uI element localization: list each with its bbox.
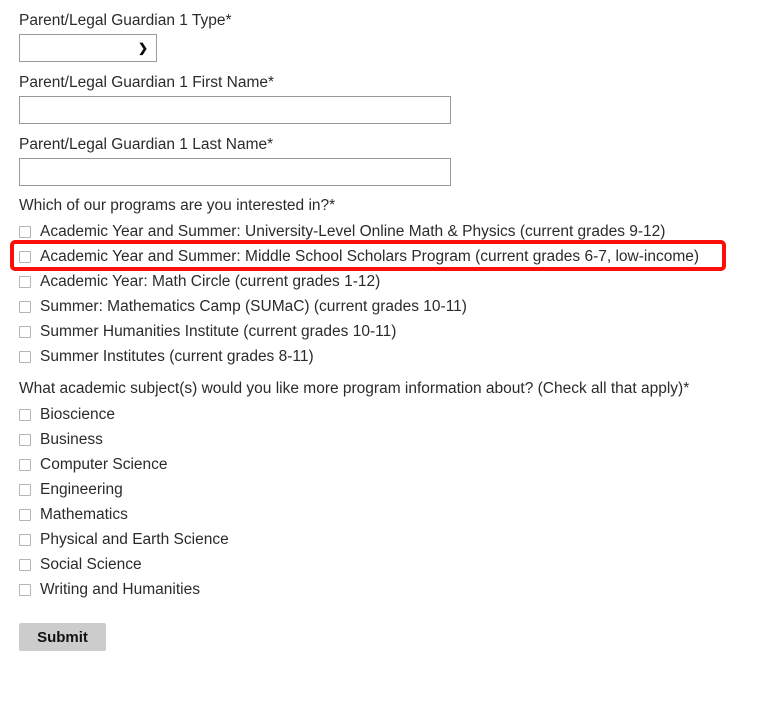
checkbox-program-1[interactable] <box>19 250 31 263</box>
list-item[interactable]: Summer: Mathematics Camp (SUMaC) (curren… <box>19 294 784 319</box>
checkbox-program-4[interactable] <box>19 325 31 338</box>
list-item[interactable]: Bioscience <box>19 402 784 427</box>
list-item[interactable]: Mathematics <box>19 502 784 527</box>
field-group-guardian-last-name: Parent/Legal Guardian 1 Last Name* <box>0 124 784 186</box>
list-item[interactable]: Social Science <box>19 552 784 577</box>
checkbox-label-subject-2: Computer Science <box>40 456 168 473</box>
checkbox-label-subject-5: Physical and Earth Science <box>40 531 229 548</box>
list-item[interactable]: Summer Humanities Institute (current gra… <box>19 319 784 344</box>
list-item[interactable]: Engineering <box>19 477 784 502</box>
checkbox-subject-1[interactable] <box>19 433 31 446</box>
submit-wrap: Submit <box>0 623 784 651</box>
checkbox-label-program-0: Academic Year and Summer: University-Lev… <box>40 223 666 240</box>
field-group-guardian-first-name: Parent/Legal Guardian 1 First Name* <box>0 62 784 124</box>
checkbox-subject-4[interactable] <box>19 508 31 521</box>
checkbox-program-5[interactable] <box>19 350 31 363</box>
list-item[interactable]: Summer Institutes (current grades 8-11) <box>19 344 784 369</box>
checkbox-label-program-3: Summer: Mathematics Camp (SUMaC) (curren… <box>40 298 467 315</box>
checkbox-subject-5[interactable] <box>19 533 31 546</box>
list-item[interactable]: Academic Year and Summer: University-Lev… <box>19 219 784 244</box>
checkbox-label-program-1: Academic Year and Summer: Middle School … <box>40 248 700 265</box>
subjects-checkbox-list: Bioscience Business Computer Science Eng… <box>19 402 784 602</box>
list-item[interactable]: Physical and Earth Science <box>19 527 784 552</box>
checkbox-label-subject-1: Business <box>40 431 103 448</box>
checkbox-label-subject-7: Writing and Humanities <box>40 581 200 598</box>
submit-button[interactable]: Submit <box>19 623 106 651</box>
label-guardian-type: Parent/Legal Guardian 1 Type* <box>19 12 232 29</box>
list-item[interactable]: Business <box>19 427 784 452</box>
checkbox-subject-2[interactable] <box>19 458 31 471</box>
question-label-programs: Which of our programs are you interested… <box>19 197 336 214</box>
checkbox-subject-3[interactable] <box>19 483 31 496</box>
checkbox-label-program-4: Summer Humanities Institute (current gra… <box>40 323 397 340</box>
question-label-subjects: What academic subject(s) would you like … <box>19 380 690 397</box>
checkbox-subject-6[interactable] <box>19 558 31 571</box>
checkbox-program-3[interactable] <box>19 300 31 313</box>
programs-checkbox-list: Academic Year and Summer: University-Lev… <box>19 219 784 369</box>
list-item[interactable]: Academic Year and Summer: Middle School … <box>19 244 784 269</box>
checkbox-subject-0[interactable] <box>19 408 31 421</box>
list-item[interactable]: Writing and Humanities <box>19 577 784 602</box>
checkbox-label-subject-3: Engineering <box>40 481 123 498</box>
checkbox-subject-7[interactable] <box>19 583 31 596</box>
checkbox-label-subject-4: Mathematics <box>40 506 128 523</box>
checkbox-program-0[interactable] <box>19 225 31 238</box>
guardian-first-name-input[interactable] <box>19 96 451 124</box>
question-block-programs: Which of our programs are you interested… <box>0 196 784 369</box>
list-item[interactable]: Academic Year: Math Circle (current grad… <box>19 269 784 294</box>
checkbox-label-subject-0: Bioscience <box>40 406 115 423</box>
checkbox-label-subject-6: Social Science <box>40 556 142 573</box>
checkbox-label-program-5: Summer Institutes (current grades 8-11) <box>40 348 314 365</box>
guardian-last-name-input[interactable] <box>19 158 451 186</box>
question-block-subjects: What academic subject(s) would you like … <box>0 379 784 602</box>
label-guardian-last-name: Parent/Legal Guardian 1 Last Name* <box>19 136 274 153</box>
guardian-type-select[interactable] <box>19 34 157 62</box>
field-group-guardian-type: Parent/Legal Guardian 1 Type* ❯ <box>0 0 784 62</box>
list-item[interactable]: Computer Science <box>19 452 784 477</box>
program-interest-form: Parent/Legal Guardian 1 Type* ❯ Parent/L… <box>0 0 784 651</box>
checkbox-label-program-2: Academic Year: Math Circle (current grad… <box>40 273 381 290</box>
guardian-type-select-wrap: ❯ <box>19 34 157 62</box>
label-guardian-first-name: Parent/Legal Guardian 1 First Name* <box>19 74 275 91</box>
checkbox-program-2[interactable] <box>19 275 31 288</box>
